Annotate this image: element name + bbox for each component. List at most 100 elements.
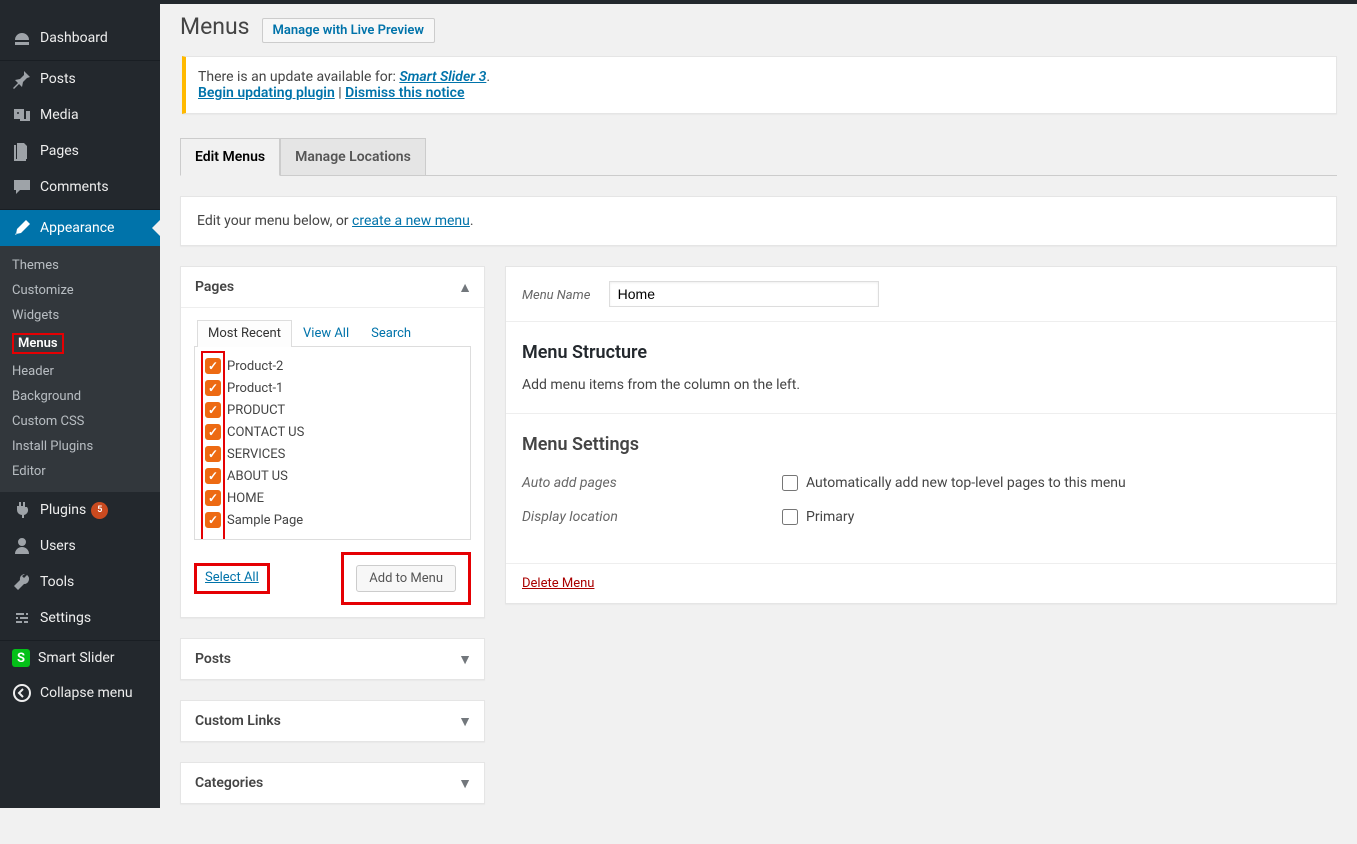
custom-links-heading[interactable]: Custom Links▼ bbox=[181, 701, 484, 741]
main-content: Menus Manage with Live Preview There is … bbox=[160, 0, 1357, 844]
submenu-item-install-plugins[interactable]: Install Plugins bbox=[0, 434, 160, 459]
sidebar-item-appearance[interactable]: Appearance bbox=[0, 210, 160, 246]
sidebar-item-smart-slider[interactable]: SSmart Slider bbox=[0, 641, 160, 675]
sidebar-item-tools[interactable]: Tools bbox=[0, 564, 160, 600]
update-badge: 5 bbox=[91, 502, 108, 519]
submenu-item-header[interactable]: Header bbox=[0, 359, 160, 384]
sidebar-item-collapse-menu[interactable]: Collapse menu bbox=[0, 675, 160, 711]
submenu-item-menus[interactable]: Menus bbox=[0, 328, 160, 359]
chevron-down-icon: ▼ bbox=[458, 775, 472, 792]
categories-heading[interactable]: Categories▼ bbox=[181, 763, 484, 803]
sidebar-item-pages[interactable]: Pages bbox=[0, 133, 160, 169]
dismiss-notice-link[interactable]: Dismiss this notice bbox=[345, 85, 464, 101]
page-item-label: SERVICES bbox=[227, 447, 285, 462]
tab-manage-locations[interactable]: Manage Locations bbox=[280, 138, 426, 175]
sidebar-item-label: Tools bbox=[40, 574, 74, 590]
create-new-menu-link[interactable]: create a new menu bbox=[352, 213, 470, 229]
page-item[interactable]: CONTACT US bbox=[205, 421, 460, 443]
menu-structure-title: Menu Structure bbox=[522, 342, 1320, 363]
page-item[interactable]: Product-2 bbox=[205, 355, 460, 377]
collapse-icon bbox=[12, 683, 32, 703]
sidebar-item-label: Collapse menu bbox=[40, 685, 133, 701]
sidebar-item-label: Comments bbox=[40, 179, 109, 195]
sidebar-item-users[interactable]: Users bbox=[0, 528, 160, 564]
page-checkbox[interactable] bbox=[205, 380, 221, 396]
page-item[interactable]: Sample Page bbox=[205, 509, 460, 531]
submenu-item-background[interactable]: Background bbox=[0, 384, 160, 409]
page-item-label: Sample Page bbox=[227, 513, 303, 528]
page-title: Menus bbox=[180, 4, 250, 44]
submenu-item-custom-css[interactable]: Custom CSS bbox=[0, 409, 160, 434]
page-item-label: Product-1 bbox=[227, 381, 283, 396]
page-item-label: HOME bbox=[227, 491, 264, 506]
live-preview-button[interactable]: Manage with Live Preview bbox=[262, 18, 435, 43]
menu-editor: Menu Name Menu Structure Add menu items … bbox=[505, 266, 1337, 824]
page-item[interactable]: SERVICES bbox=[205, 443, 460, 465]
auto-add-checkbox[interactable] bbox=[782, 475, 798, 491]
display-location-checkbox[interactable] bbox=[782, 509, 798, 525]
page-checkbox[interactable] bbox=[205, 358, 221, 374]
update-notice: There is an update available for: Smart … bbox=[182, 56, 1337, 114]
posts-heading[interactable]: Posts▼ bbox=[181, 639, 484, 679]
display-location-label: Display location bbox=[522, 509, 782, 525]
page-item[interactable]: PRODUCT bbox=[205, 399, 460, 421]
appearance-submenu: ThemesCustomizeWidgetsMenusHeaderBackgro… bbox=[0, 246, 160, 492]
auto-add-label: Auto add pages bbox=[522, 475, 782, 491]
select-all-highlight: Select All bbox=[194, 563, 270, 594]
chevron-up-icon: ▲ bbox=[458, 279, 472, 296]
auto-add-checkbox-label[interactable]: Automatically add new top-level pages to… bbox=[782, 475, 1126, 491]
page-item-label: CONTACT US bbox=[227, 425, 304, 440]
menu-settings-title: Menu Settings bbox=[522, 434, 1320, 455]
sidebar-item-label: Pages bbox=[40, 143, 79, 159]
page-checkbox[interactable] bbox=[205, 468, 221, 484]
page-checkbox[interactable] bbox=[205, 490, 221, 506]
sidebar-item-posts[interactable]: Posts bbox=[0, 61, 160, 97]
notice-plugin-link[interactable]: Smart Slider 3 bbox=[399, 69, 486, 85]
menu-structure-text: Add menu items from the column on the le… bbox=[522, 377, 1320, 393]
pages-postbox: Pages▲ Most RecentView AllSearch Product… bbox=[180, 266, 485, 618]
page-checkbox[interactable] bbox=[205, 424, 221, 440]
page-item[interactable]: ABOUT US bbox=[205, 465, 460, 487]
submenu-item-widgets[interactable]: Widgets bbox=[0, 303, 160, 328]
menu-name-label: Menu Name bbox=[522, 288, 590, 303]
page-item[interactable]: Product-1 bbox=[205, 377, 460, 399]
begin-update-link[interactable]: Begin updating plugin bbox=[198, 85, 335, 101]
tools-icon bbox=[12, 572, 32, 592]
select-all-link[interactable]: Select All bbox=[205, 570, 259, 585]
menu-items-sidebar: Pages▲ Most RecentView AllSearch Product… bbox=[180, 266, 485, 824]
submenu-item-editor[interactable]: Editor bbox=[0, 459, 160, 484]
page-checkbox[interactable] bbox=[205, 446, 221, 462]
page-item-label: ABOUT US bbox=[227, 469, 288, 484]
pages-tab-most-recent[interactable]: Most Recent bbox=[197, 320, 292, 347]
sidebar-item-label: Users bbox=[40, 538, 76, 554]
pages-tab-search[interactable]: Search bbox=[360, 320, 422, 346]
pages-tab-view-all[interactable]: View All bbox=[292, 320, 360, 346]
page-item-label: Product-2 bbox=[227, 359, 283, 374]
page-checkbox[interactable] bbox=[205, 402, 221, 418]
chevron-down-icon: ▼ bbox=[458, 713, 472, 730]
pages-icon bbox=[12, 141, 32, 161]
submenu-item-themes[interactable]: Themes bbox=[0, 253, 160, 278]
admin-sidebar: Dashboard Posts Media Pages Comments Appearan… bbox=[0, 0, 160, 808]
sidebar-item-media[interactable]: Media bbox=[0, 97, 160, 133]
page-item[interactable]: HOME bbox=[205, 487, 460, 509]
submenu-item-customize[interactable]: Customize bbox=[0, 278, 160, 303]
page-checkbox[interactable] bbox=[205, 512, 221, 528]
sidebar-item-plugins[interactable]: Plugins 5 bbox=[0, 492, 160, 528]
sidebar-item-label: Media bbox=[40, 107, 79, 123]
pages-checklist[interactable]: Product-2 Product-1 PRODUCT CONTACT US SERVI… bbox=[194, 347, 471, 540]
sidebar-item-label: Plugins bbox=[40, 502, 86, 518]
pages-heading[interactable]: Pages▲ bbox=[181, 267, 484, 308]
sidebar-item-dashboard[interactable]: Dashboard bbox=[0, 20, 160, 56]
sidebar-item-settings[interactable]: Settings bbox=[0, 600, 160, 636]
add-to-menu-highlight: Add to Menu bbox=[341, 552, 471, 605]
display-location-checkbox-label[interactable]: Primary bbox=[782, 509, 854, 525]
delete-menu-link[interactable]: Delete Menu bbox=[522, 576, 594, 591]
add-to-menu-button[interactable]: Add to Menu bbox=[356, 565, 456, 592]
media-icon bbox=[12, 105, 32, 125]
smartslider-icon: S bbox=[12, 649, 30, 667]
sidebar-item-comments[interactable]: Comments bbox=[0, 169, 160, 205]
menu-name-input[interactable] bbox=[609, 281, 879, 307]
tab-edit-menus[interactable]: Edit Menus bbox=[180, 138, 280, 176]
sidebar-item-label: Settings bbox=[40, 610, 91, 626]
